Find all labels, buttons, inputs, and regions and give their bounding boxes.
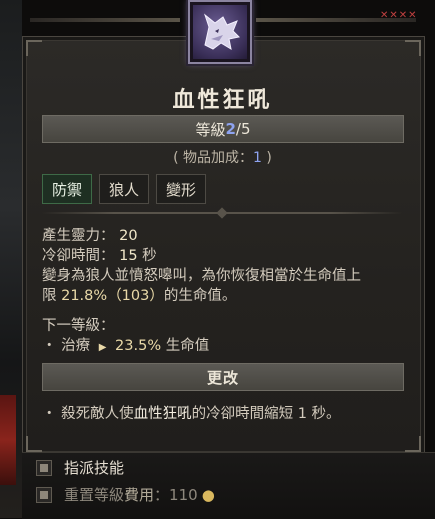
next-rank-suffix: 生命值 [165, 338, 210, 354]
modifier-description: ・ 殺死敵人使血性狂吼的冷卻時間縮短 1 秒。 [42, 402, 402, 423]
tag-shapeshift: 變形 [156, 174, 207, 204]
background-decoration: ✕✕✕✕ [380, 10, 418, 21]
skill-icon-frame [188, 0, 252, 64]
mouse-button-icon [36, 459, 52, 476]
spirit-value: 20 [119, 228, 138, 244]
section-divider [42, 212, 402, 214]
tag-werewolf: 狼人 [99, 174, 150, 204]
item-bonus-value: 1 [253, 150, 262, 166]
corner-ornament [26, 40, 42, 56]
wolf-head-icon [193, 5, 247, 59]
next-rank-item: ・ 治療 ▶ 23.5% 生命值 [42, 336, 209, 358]
next-rank-value: 23.5% [115, 338, 162, 354]
assign-skill-action[interactable]: 指派技能 [36, 457, 124, 478]
modifier-desc-prefix: ・ 殺死敵人使 [42, 406, 134, 422]
cooldown-label: 冷卻時間： [42, 248, 115, 264]
skill-description: 變身為狼人並憤怒嗥叫，為你恢復相當於生命值上 限 21.8%（103）的生命值。 [42, 266, 407, 306]
rank-current: 2 [225, 120, 236, 138]
next-rank-label: 下一等級： [42, 318, 115, 334]
cooldown-stat: 冷卻時間： 15 秒 [42, 246, 407, 266]
heal-amount: （103） [107, 288, 164, 304]
cooldown-value: 15 [119, 248, 138, 264]
spirit-stat: 產生靈力： 20 [42, 226, 407, 246]
rank-label: 等級 [195, 120, 226, 139]
description-suffix: 的生命值。 [163, 288, 237, 304]
background-health-orb [0, 395, 16, 485]
top-border-left [30, 18, 180, 22]
bullet: ・ [42, 338, 57, 354]
skill-tags: 防禦 狼人 變形 [42, 174, 207, 204]
tag-defensive: 防禦 [42, 174, 93, 204]
modifier-button[interactable]: 更改 [42, 363, 404, 391]
reset-cost-separator: ： [154, 486, 170, 504]
corner-ornament [405, 436, 421, 452]
description-line: 變身為狼人並憤怒嗥叫，為你恢復相當於生命值上 [42, 268, 361, 284]
corner-ornament [26, 436, 42, 452]
heal-percent: 21.8% [61, 288, 108, 304]
reset-cost-value: 110 [169, 485, 198, 504]
mouse-button-icon [36, 486, 52, 503]
reset-cost-label: 費用 [124, 486, 155, 504]
description-prefix: 限 [42, 288, 62, 304]
item-bonus-label: ( 物品加成： [173, 150, 254, 166]
skill-stats: 產生靈力： 20 冷卻時間： 15 秒 變身為狼人並憤怒嗥叫，為你恢復相當於生命… [42, 226, 407, 306]
rank-max: /5 [235, 120, 251, 138]
cooldown-unit: 秒 [142, 248, 157, 264]
reset-label: 重置等級 [64, 486, 125, 504]
skill-rank-bar: 等級 2 /5 [42, 115, 404, 143]
assign-skill-label: 指派技能 [64, 459, 125, 477]
skill-title: 血性狂吼 [172, 88, 273, 113]
gold-coin-icon: ● [201, 485, 215, 504]
next-rank-section: 下一等級： ・ 治療 ▶ 23.5% 生命值 [42, 316, 209, 358]
arrow-right-icon: ▶ [98, 342, 107, 353]
modifier-desc-suffix: 的冷卻時間縮短 1 秒。 [191, 406, 341, 422]
reset-rank-action[interactable]: 重置等級 費用： 110 ● [36, 484, 215, 505]
item-bonus-suffix: ) [261, 150, 272, 166]
item-bonus: ( 物品加成：1 ) [22, 147, 423, 167]
corner-ornament [405, 40, 421, 56]
modifier-skill-name: 血性狂吼 [133, 406, 192, 422]
spirit-label: 產生靈力： [42, 228, 115, 244]
next-rank-stat: 治療 [61, 338, 91, 354]
